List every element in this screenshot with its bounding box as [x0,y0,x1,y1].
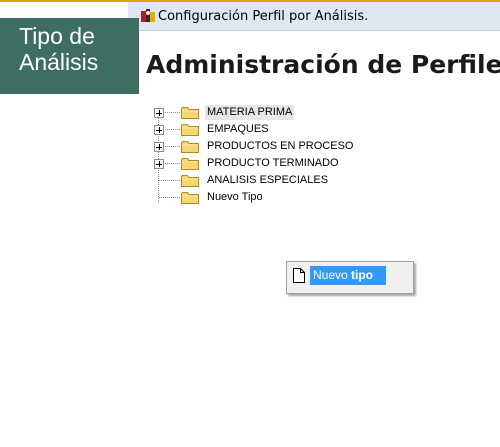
menu-item-nuevo-tipo[interactable]: Nuevo tipo [310,266,386,285]
tree-item-productos-en-proceso[interactable]: PRODUCTOS EN PROCESO [152,138,402,155]
folder-icon [181,141,199,153]
folder-icon [181,192,199,204]
document-icon [293,268,305,283]
overlay-line-2: Análisis [19,49,99,75]
tree-item-label: PRODUCTOS EN PROCESO [207,140,354,152]
folder-icon [181,107,199,119]
tree-item-materia-prima[interactable]: MATERIA PRIMA [152,104,402,121]
tree-item-label: PRODUCTO TERMINADO [207,157,339,169]
expand-icon[interactable] [154,108,164,118]
tree-item-producto-terminado[interactable]: PRODUCTO TERMINADO [152,155,402,172]
tree-item-nuevo-tipo[interactable]: Nuevo Tipo [152,189,402,206]
window-title: Configuración Perfil por Análisis. [158,9,369,24]
menu-item-label-bold: tipo [351,268,374,282]
folder-icon [181,124,199,136]
tree-item-empaques[interactable]: EMPAQUES [152,121,402,138]
overlay-line-1: Tipo de [19,23,95,49]
tree-item-label: MATERIA PRIMA [205,105,295,120]
tree-item-label: EMPAQUES [207,123,269,135]
folder-icon [181,158,199,170]
tree-item-label: ANALISIS ESPECIALES [207,174,329,186]
tree-item-analisis-especiales[interactable]: ANALISIS ESPECIALES [152,172,402,189]
app-icon [141,9,155,22]
tipo-de-analisis-label: Tipo de Análisis [0,18,139,94]
expand-icon[interactable] [154,142,164,152]
menu-item-label: Nuevo [313,268,352,282]
folder-icon [181,175,199,187]
tree-item-label: Nuevo Tipo [207,191,263,203]
page-title: Administración de Perfiles [146,50,500,79]
window-titlebar: Configuración Perfil por Análisis. [128,2,500,31]
analysis-type-tree: MATERIA PRIMA EMPAQUES PRODUCTOS EN PROC… [152,104,412,214]
expand-icon[interactable] [154,159,164,169]
context-menu: Nuevo tipo [286,261,414,294]
expand-icon[interactable] [154,125,164,135]
